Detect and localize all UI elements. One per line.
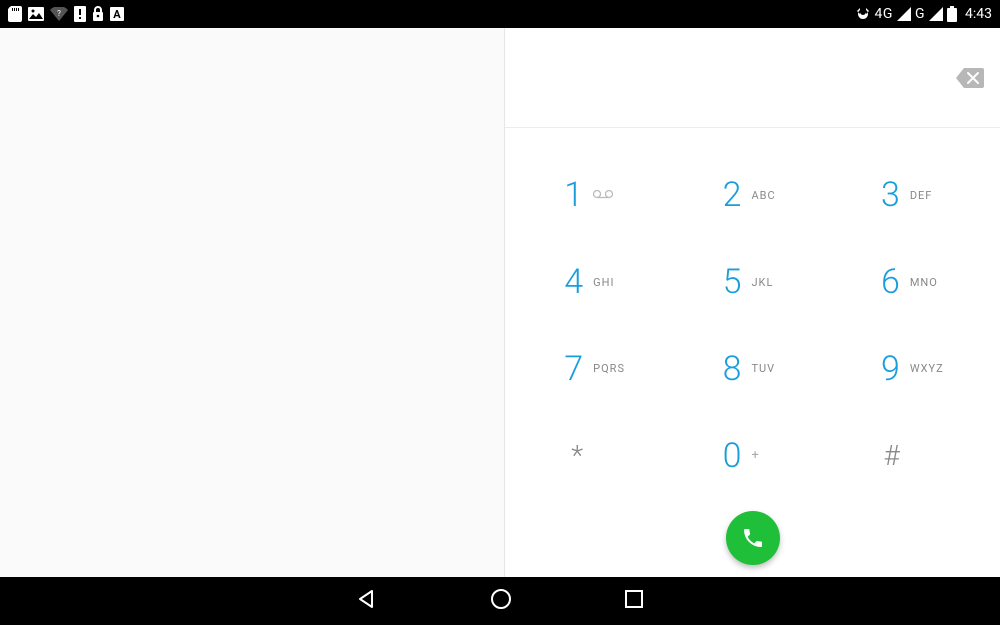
key-4[interactable]: 4GHI: [515, 239, 673, 326]
dial-input-row: [505, 28, 1000, 128]
dialer-pane: 1 2ABC 3DEF 4GHI 5JKL 6MNO 7PQRS 8TUV 9W…: [505, 28, 1000, 577]
key-pound[interactable]: #: [832, 412, 990, 499]
key-0[interactable]: 0+: [673, 412, 831, 499]
sd-card-icon: [8, 6, 22, 22]
data-sync-icon: [855, 6, 871, 22]
key-9[interactable]: 9WXYZ: [832, 326, 990, 413]
network-label-1: 4G: [875, 6, 893, 22]
call-row: [505, 499, 1000, 577]
image-icon: [28, 7, 44, 21]
status-right: 4G G 4:43: [855, 6, 992, 22]
svg-text:?: ?: [57, 9, 61, 18]
battery-icon: [947, 6, 957, 22]
key-5[interactable]: 5JKL: [673, 239, 831, 326]
nav-back-button[interactable]: [355, 587, 379, 615]
alert-icon: [74, 6, 86, 22]
key-1[interactable]: 1: [515, 152, 673, 239]
key-7[interactable]: 7PQRS: [515, 326, 673, 413]
key-6[interactable]: 6MNO: [832, 239, 990, 326]
clock: 4:43: [965, 6, 992, 22]
key-8[interactable]: 8TUV: [673, 326, 831, 413]
home-icon: [489, 587, 513, 611]
text-icon: A: [110, 7, 124, 21]
contacts-pane: [0, 28, 505, 577]
key-2[interactable]: 2ABC: [673, 152, 831, 239]
status-left: ? A: [8, 6, 124, 22]
main-content: 1 2ABC 3DEF 4GHI 5JKL 6MNO 7PQRS 8TUV 9W…: [0, 28, 1000, 577]
navigation-bar: [0, 577, 1000, 625]
phone-icon: [741, 526, 765, 550]
backspace-button[interactable]: [956, 68, 984, 88]
signal-icon-1: [897, 7, 911, 21]
keypad: 1 2ABC 3DEF 4GHI 5JKL 6MNO 7PQRS 8TUV 9W…: [505, 128, 1000, 499]
nav-recent-button[interactable]: [623, 588, 645, 614]
back-icon: [355, 587, 379, 611]
key-star[interactable]: *: [515, 412, 673, 499]
voicemail-icon: [593, 189, 629, 202]
wifi-question-icon: ?: [50, 7, 68, 21]
call-button[interactable]: [726, 511, 780, 565]
key-3[interactable]: 3DEF: [832, 152, 990, 239]
recent-icon: [623, 588, 645, 610]
network-label-2: G: [915, 6, 925, 22]
signal-icon-2: [929, 7, 943, 21]
status-bar: ? A 4G G 4:43: [0, 0, 1000, 28]
svg-text:A: A: [113, 8, 121, 21]
lock-icon: [92, 6, 104, 22]
nav-home-button[interactable]: [489, 587, 513, 615]
